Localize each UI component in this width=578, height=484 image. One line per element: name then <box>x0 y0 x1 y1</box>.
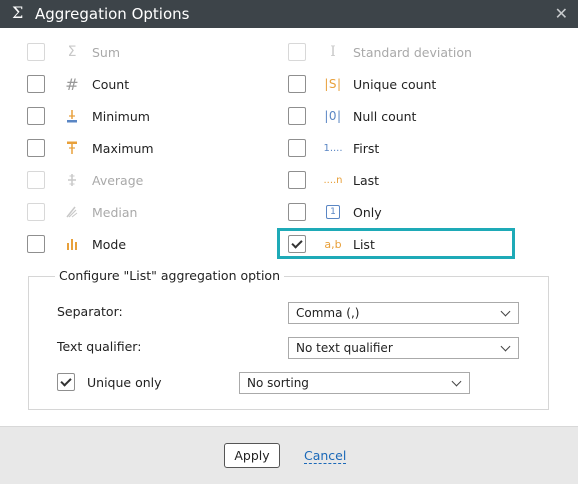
null-count-checkbox[interactable] <box>288 107 306 125</box>
option-minimum[interactable]: Minimum <box>27 106 150 126</box>
standard-deviation-checkbox[interactable] <box>288 43 306 61</box>
bar-chart-icon <box>62 238 82 250</box>
only-icon: 1 <box>323 205 343 219</box>
dialog-footer <box>0 426 578 484</box>
configure-list-legend: Configure "List" aggregation option <box>55 268 285 283</box>
sigma-icon: Σ <box>67 44 77 60</box>
sum-checkbox[interactable] <box>27 43 45 61</box>
unique-only-checkbox[interactable] <box>57 373 75 391</box>
count-checkbox[interactable] <box>27 75 45 93</box>
count-label: Count <box>92 76 130 92</box>
option-null-count[interactable]: |0| Null count <box>288 106 416 126</box>
option-mode[interactable]: Mode <box>27 234 126 254</box>
last-checkbox[interactable] <box>288 171 306 189</box>
only-icon-digit: 1 <box>326 205 340 219</box>
option-last[interactable]: ....n Last <box>288 170 379 190</box>
first-label: First <box>353 140 380 156</box>
median-checkbox[interactable] <box>27 203 45 221</box>
only-checkbox[interactable] <box>288 203 306 221</box>
minimum-label: Minimum <box>92 108 150 124</box>
separator-value: Comma (,) <box>296 306 360 320</box>
average-checkbox[interactable] <box>27 171 45 189</box>
maximum-checkbox[interactable] <box>27 139 45 157</box>
first-checkbox[interactable] <box>288 139 306 157</box>
separator-label: Separator: <box>57 304 123 319</box>
cancel-link[interactable]: Cancel <box>304 449 347 464</box>
option-average[interactable]: Average <box>27 170 143 190</box>
apply-button[interactable]: Apply <box>224 443 280 468</box>
option-only[interactable]: 1 Only <box>288 202 382 222</box>
chevron-down-icon <box>451 376 462 387</box>
sigma-icon: Σ <box>12 3 24 22</box>
dialog-titlebar: Σ Aggregation Options ✕ <box>0 0 578 28</box>
unique-count-label: Unique count <box>353 76 437 92</box>
chevron-down-icon <box>500 341 511 352</box>
hash-icon: # <box>65 74 79 94</box>
maximum-icon <box>62 141 82 155</box>
first-icon: 1.... <box>323 142 343 154</box>
median-icon <box>62 205 82 219</box>
last-icon: ....n <box>323 174 343 186</box>
unique-only-option[interactable]: Unique only <box>57 372 162 392</box>
null-count-label: Null count <box>353 108 417 124</box>
average-label: Average <box>92 172 144 188</box>
unique-count-icon: |S| <box>324 77 342 91</box>
option-first[interactable]: 1.... First <box>288 138 379 158</box>
unique-only-label: Unique only <box>87 374 162 390</box>
mode-checkbox[interactable] <box>27 235 45 253</box>
chevron-down-icon <box>500 306 511 317</box>
separator-select[interactable]: Comma (,) <box>288 302 519 324</box>
minimum-checkbox[interactable] <box>27 107 45 125</box>
standard-deviation-label: Standard deviation <box>353 44 472 60</box>
dialog-title: Aggregation Options <box>35 5 190 23</box>
minimum-icon <box>62 109 82 123</box>
mode-label: Mode <box>92 236 127 252</box>
sorting-value: No sorting <box>247 376 309 390</box>
option-standard-deviation[interactable]: I Standard deviation <box>288 42 472 62</box>
sum-label: Sum <box>92 44 121 60</box>
text-qualifier-value: No text qualifier <box>296 341 393 355</box>
list-option-highlight <box>277 228 515 259</box>
maximum-label: Maximum <box>92 140 154 156</box>
only-label: Only <box>353 204 382 220</box>
option-median[interactable]: Median <box>27 202 137 222</box>
text-qualifier-select[interactable]: No text qualifier <box>288 337 519 359</box>
close-icon[interactable]: ✕ <box>555 4 568 23</box>
median-label: Median <box>92 204 138 220</box>
last-label: Last <box>353 172 380 188</box>
null-count-icon: |0| <box>324 109 342 123</box>
option-count[interactable]: # Count <box>27 74 129 94</box>
option-unique-count[interactable]: |S| Unique count <box>288 74 436 94</box>
text-qualifier-label: Text qualifier: <box>57 339 142 354</box>
sorting-select[interactable]: No sorting <box>239 372 470 394</box>
std-deviation-icon: I <box>330 44 336 60</box>
average-icon <box>62 173 82 187</box>
option-sum[interactable]: Σ Sum <box>27 42 120 62</box>
unique-count-checkbox[interactable] <box>288 75 306 93</box>
option-maximum[interactable]: Maximum <box>27 138 154 158</box>
